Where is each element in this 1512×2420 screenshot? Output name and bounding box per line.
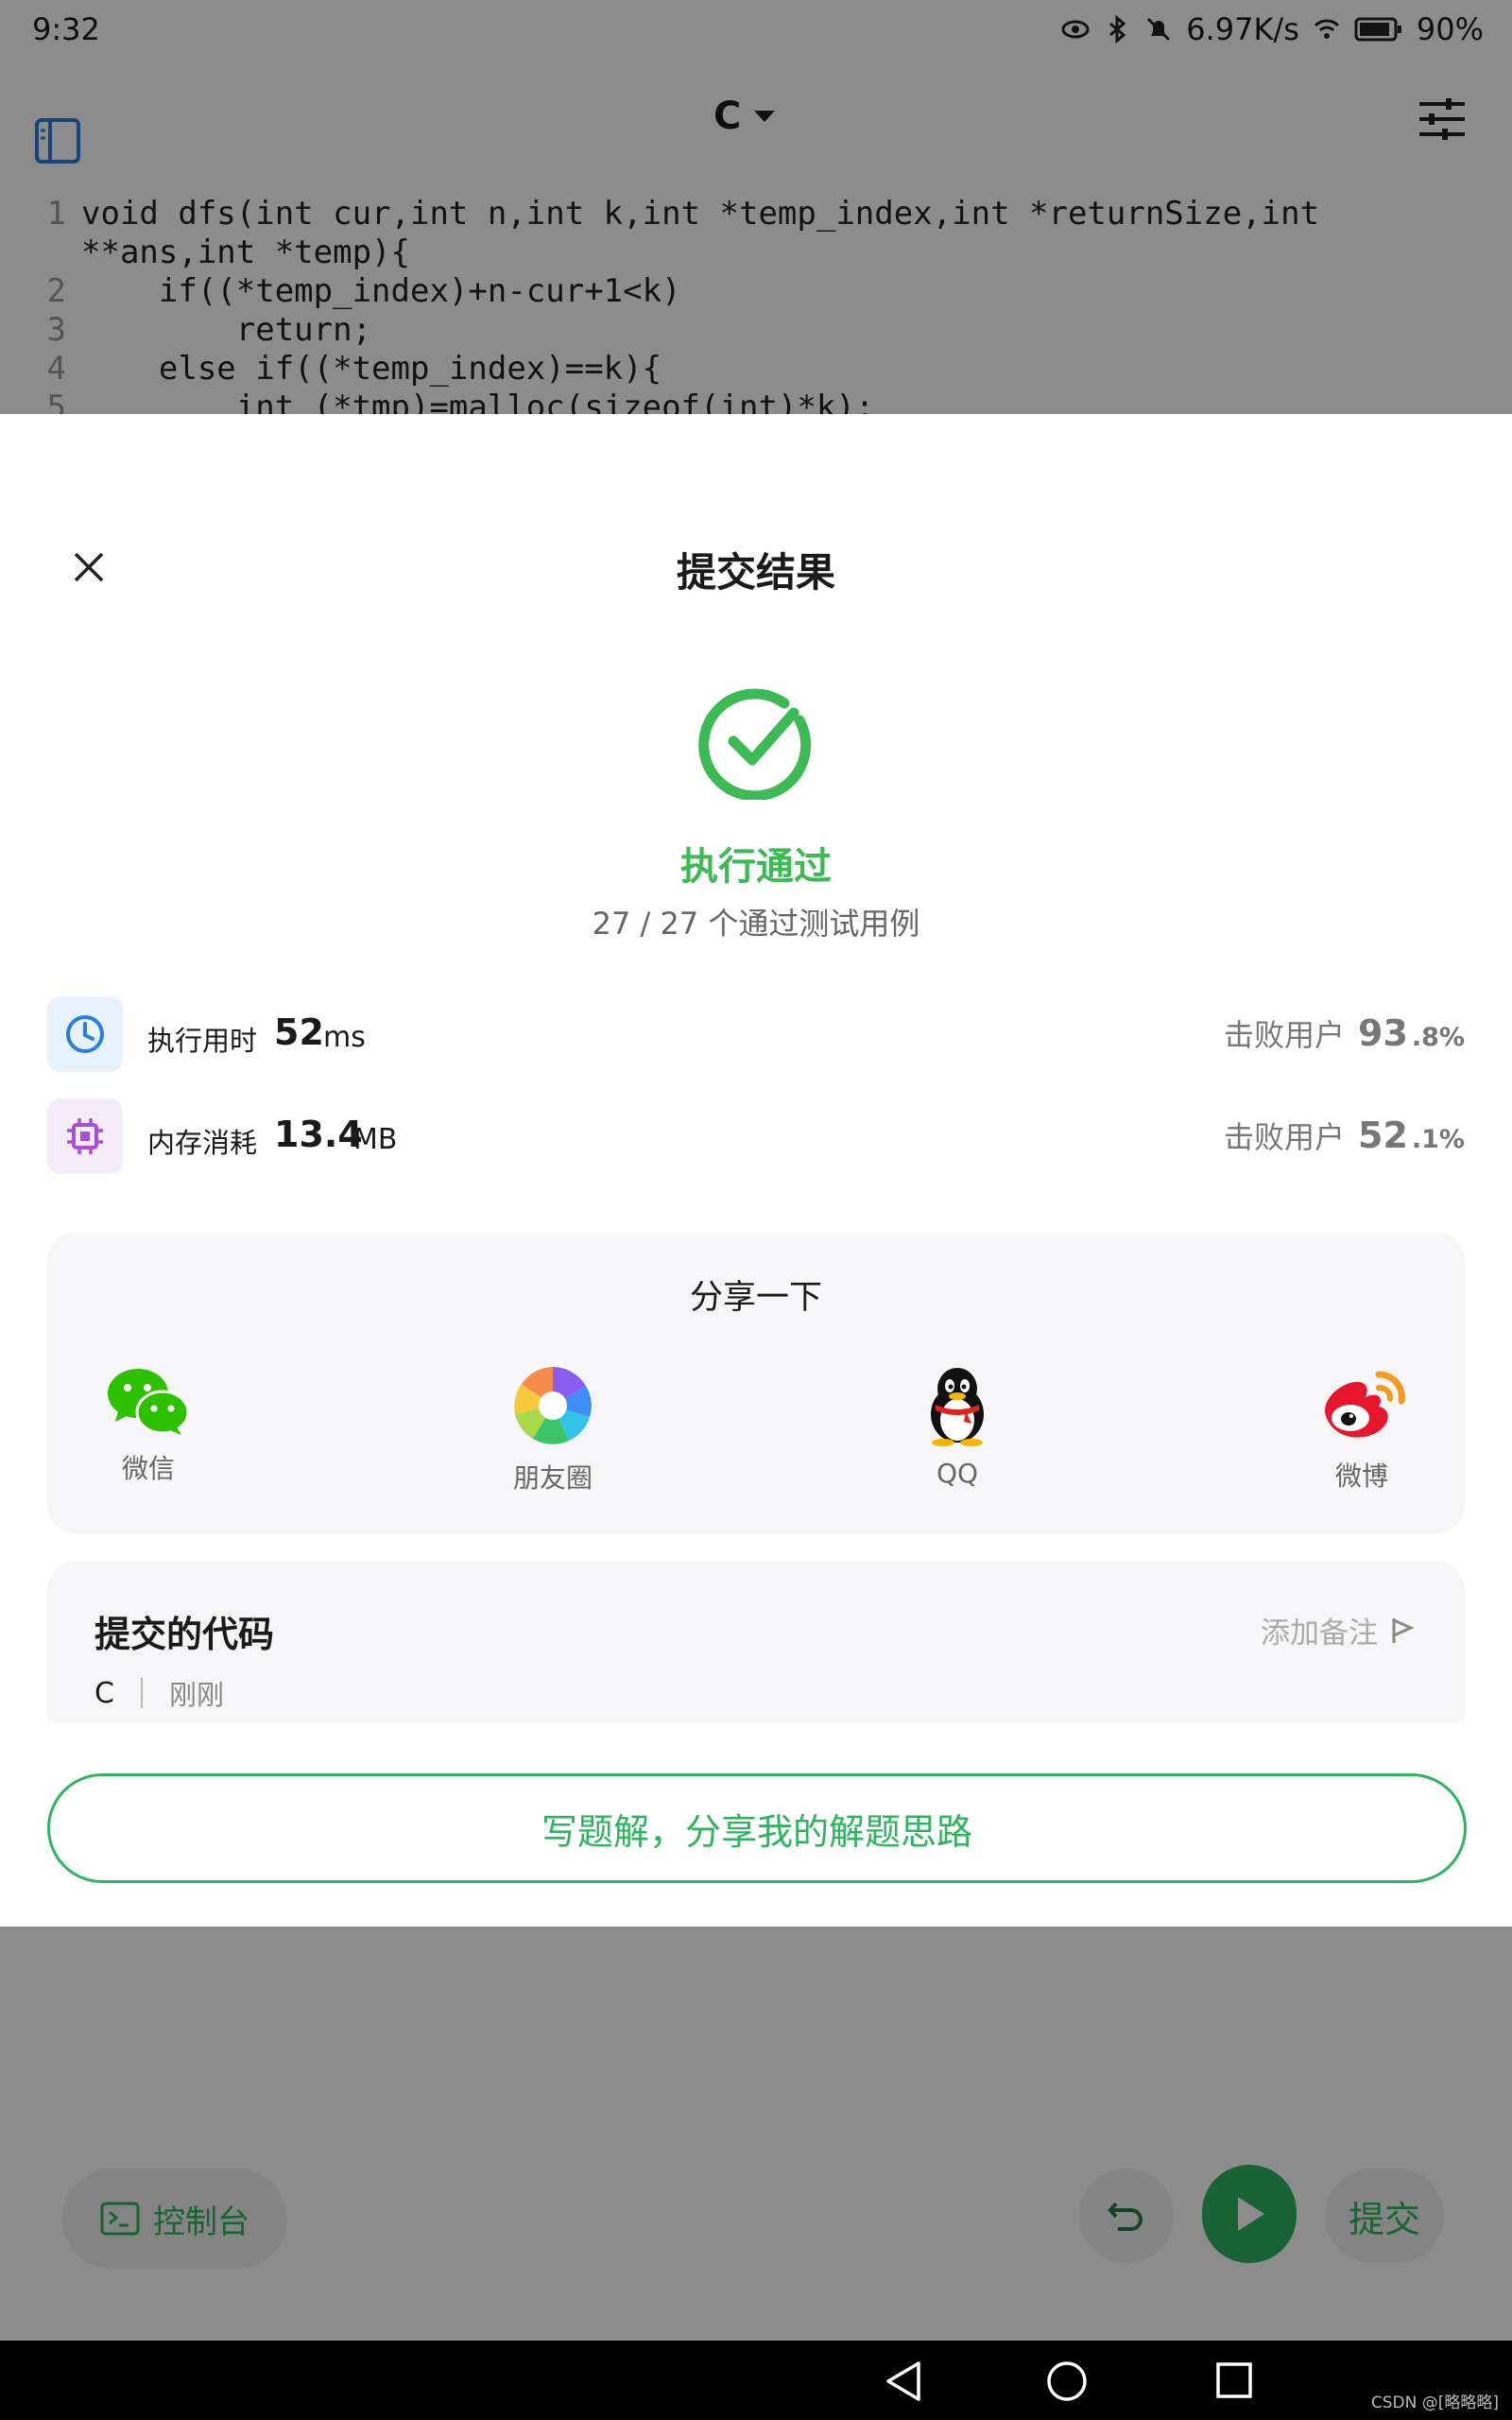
share-qq-label: QQ [936, 1458, 979, 1489]
chip-icon [47, 1098, 123, 1174]
submitted-code-time: 刚刚 [168, 1679, 224, 1711]
runtime-stat: 执行用时 52 ms 击败用户 93 .8% [47, 993, 1465, 1078]
runtime-beat-label: 击败用户 [1223, 1017, 1345, 1053]
share-moments[interactable]: 朋友圈 [458, 1365, 647, 1495]
memory-value: 13.4 [274, 1114, 363, 1155]
add-note-label: 添加备注 [1261, 1616, 1378, 1651]
share-qq[interactable]: QQ [863, 1365, 1052, 1489]
submitted-code-title: 提交的代码 [94, 1614, 275, 1655]
test-cases-summary: 27 / 27 个通过测试用例 [592, 906, 920, 942]
share-moments-label: 朋友圈 [512, 1462, 593, 1494]
share-title: 分享一下 [689, 1279, 822, 1317]
memory-stat: 内存消耗 13.4 MB 击败用户 52 .1% [47, 1095, 1465, 1180]
clock-icon [47, 996, 123, 1072]
system-nav-bar: CSDN @[略略略] [0, 2341, 1512, 2420]
memory-beat-dec: .1% [1411, 1125, 1465, 1154]
home-icon[interactable] [1045, 2360, 1089, 2403]
share-wechat[interactable]: 微信 [54, 1365, 243, 1486]
share-weibo[interactable]: 微博 [1267, 1365, 1456, 1494]
moments-icon [514, 1367, 592, 1444]
qq-icon [931, 1368, 984, 1446]
meta-divider [140, 1678, 143, 1708]
back-icon[interactable] [883, 2360, 924, 2403]
sheet-title: 提交结果 [676, 549, 835, 596]
runtime-beat-dec: .8% [1411, 1023, 1465, 1052]
success-check-icon [698, 688, 812, 800]
memory-label: 内存消耗 [147, 1127, 258, 1159]
share-weibo-label: 微博 [1334, 1461, 1388, 1492]
recents-icon[interactable] [1215, 2361, 1253, 2399]
runtime-label: 执行用时 [147, 1025, 258, 1057]
memory-beat-int: 52 [1358, 1115, 1408, 1156]
memory-beat: 击败用户 52 .1% [1224, 1114, 1465, 1157]
submitted-code-language: C [94, 1676, 114, 1710]
share-wechat-label: 微信 [121, 1453, 175, 1484]
runtime-beat-int: 93 [1358, 1012, 1408, 1054]
flag-icon [1392, 1617, 1414, 1643]
add-note-button[interactable]: 添加备注 [1261, 1609, 1414, 1651]
runtime-beat: 击败用户 93 .8% [1224, 1011, 1465, 1055]
memory-beat-label: 击败用户 [1223, 1119, 1345, 1155]
submitted-code-meta: C 刚刚 [94, 1673, 224, 1713]
share-card: 分享一下 微信 朋友圈 QQ 微博 [47, 1233, 1465, 1533]
submitted-code-card[interactable]: 提交的代码 添加备注 C 刚刚 [47, 1562, 1465, 1722]
result-status: 执行通过 [680, 845, 832, 889]
watermark: CSDN @[略略略] [1370, 2394, 1499, 2412]
write-solution-button[interactable]: 写题解，分享我的解题思路 [47, 1773, 1467, 1883]
memory-unit: MB [353, 1123, 398, 1156]
wechat-icon [108, 1369, 190, 1435]
submission-result-sheet: 提交结果 执行通过 27 / 27 个通过测试用例 执行用时 52 ms 击败用… [0, 414, 1512, 1927]
runtime-value: 52 [274, 1011, 324, 1053]
runtime-unit: ms [323, 1021, 366, 1054]
weibo-icon [1325, 1371, 1405, 1438]
